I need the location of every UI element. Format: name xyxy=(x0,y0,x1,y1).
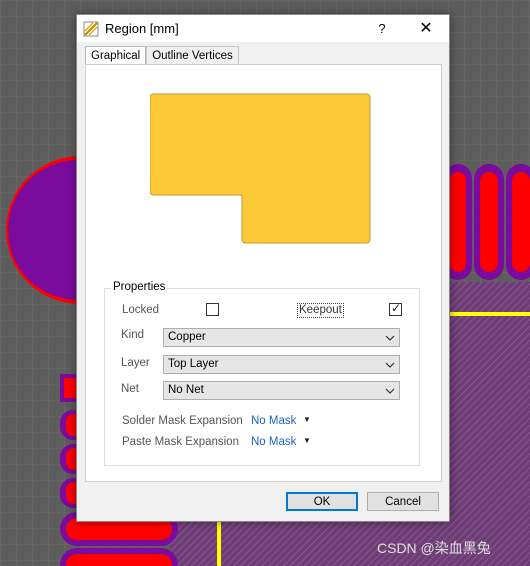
solder-mask-dropdown[interactable]: No Mask ▼ xyxy=(251,415,311,427)
tab-strip: Graphical Outline Vertices xyxy=(85,46,239,66)
properties-legend: Properties xyxy=(111,281,168,293)
keepout-checkbox[interactable]: ✓ xyxy=(389,301,402,316)
chevron-down-icon xyxy=(385,388,395,394)
kind-label: Kind xyxy=(121,329,145,341)
solder-mask-value: No Mask xyxy=(251,415,297,427)
cancel-button[interactable]: Cancel xyxy=(367,492,439,511)
chevron-down-icon xyxy=(385,362,395,368)
help-button[interactable]: ? xyxy=(369,18,395,39)
net-value: No Net xyxy=(168,384,204,396)
close-button[interactable]: ✕ xyxy=(413,18,439,39)
locked-checkbox[interactable] xyxy=(206,303,219,316)
region-icon xyxy=(83,21,99,36)
tab-graphical[interactable]: Graphical xyxy=(85,46,147,66)
dialog-title: Region [mm] xyxy=(105,21,179,36)
layer-value: Top Layer xyxy=(168,358,219,370)
layer-label: Layer xyxy=(121,357,150,369)
layer-select[interactable]: Top Layer xyxy=(163,355,400,374)
tab-outline-vertices[interactable]: Outline Vertices xyxy=(146,46,239,65)
region-dialog: Region [mm] ? ✕ Graphical Outline Vertic… xyxy=(76,14,450,522)
chevron-down-icon xyxy=(385,335,395,341)
title-bar[interactable]: Region [mm] ? ✕ xyxy=(77,15,449,42)
paste-mask-dropdown[interactable]: No Mask ▼ xyxy=(251,436,311,448)
check-icon: ✓ xyxy=(391,301,402,315)
kind-value: Copper xyxy=(168,331,206,343)
solder-mask-label: Solder Mask Expansion xyxy=(122,415,243,427)
locked-label: Locked xyxy=(122,304,160,316)
keepout-label: Keepout xyxy=(297,303,344,318)
region-preview xyxy=(150,93,371,244)
net-select[interactable]: No Net xyxy=(163,381,400,400)
caret-down-icon: ▼ xyxy=(303,415,311,424)
net-label: Net xyxy=(121,383,139,395)
paste-mask-value: No Mask xyxy=(251,436,297,448)
watermark: CSDN @染血黑兔 xyxy=(377,540,491,556)
caret-down-icon: ▼ xyxy=(303,436,311,445)
pad-column-right xyxy=(444,164,530,280)
kind-select[interactable]: Copper xyxy=(163,328,400,347)
graphical-panel: Properties Locked Keepout ✓ Kind Copper … xyxy=(85,64,442,482)
ok-button[interactable]: OK xyxy=(286,492,358,511)
properties-group: Properties Locked Keepout ✓ Kind Copper … xyxy=(104,281,420,466)
paste-mask-label: Paste Mask Expansion xyxy=(122,436,239,448)
